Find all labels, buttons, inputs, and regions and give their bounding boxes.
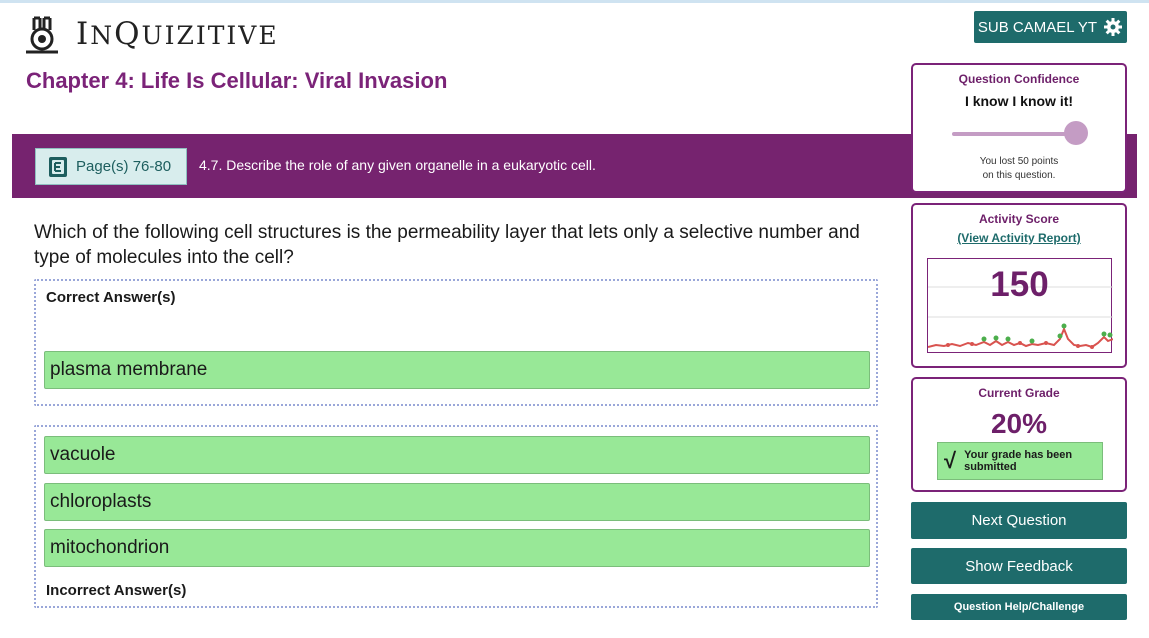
answer-chip-chloroplasts[interactable]: chloroplasts bbox=[44, 483, 870, 521]
activity-title: Activity Score bbox=[978, 212, 1060, 226]
answer-chip-vacuole[interactable]: vacuole bbox=[44, 436, 870, 474]
correct-answers-label: Correct Answer(s) bbox=[46, 289, 176, 306]
user-menu-label: SUB CAMAEL YT bbox=[977, 18, 1098, 36]
inquizitive-bunny-logo-icon bbox=[26, 16, 58, 54]
question-help-button[interactable]: Question Help/Challenge bbox=[911, 594, 1127, 620]
ebook-pages-button[interactable]: Page(s) 76-80 bbox=[35, 148, 187, 185]
answer-chip-plasma-membrane[interactable]: plasma membrane bbox=[44, 351, 870, 389]
chapter-title: Chapter 4: Life Is Cellular: Viral Invas… bbox=[26, 68, 448, 93]
confidence-value: I know I know it! bbox=[964, 93, 1074, 109]
logo-text: INQUIZITIVE bbox=[76, 16, 279, 52]
question-confidence-panel: Question Confidence I know I know it! Yo… bbox=[911, 63, 1127, 193]
learning-objective: 4.7. Describe the role of any given orga… bbox=[199, 157, 596, 173]
gear-icon bbox=[1104, 18, 1123, 36]
question-text: Which of the following cell structures i… bbox=[34, 222, 860, 268]
confidence-title: Question Confidence bbox=[958, 72, 1080, 86]
incorrect-answers-zone[interactable]: vacuole chloroplasts mitochondrion Incor… bbox=[34, 425, 878, 608]
grade-submitted-text: Your grade has been submitted bbox=[964, 449, 1073, 473]
user-menu-button[interactable]: SUB CAMAEL YT bbox=[974, 11, 1127, 43]
grade-submitted-notice: √ Your grade has been submitted bbox=[937, 442, 1103, 480]
confidence-note: You lost 50 points on this question. bbox=[913, 155, 1125, 183]
grade-title: Current Grade bbox=[978, 386, 1060, 400]
confidence-slider-track[interactable] bbox=[952, 132, 1078, 136]
activity-score-value: 150 bbox=[990, 265, 1049, 304]
confidence-note-line2: on this question. bbox=[982, 170, 1056, 181]
view-activity-report-link[interactable]: (View Activity Report) bbox=[913, 231, 1125, 245]
activity-score-panel: Activity Score (View Activity Report) 15… bbox=[911, 203, 1127, 368]
app-logo: INQUIZITIVE bbox=[22, 14, 279, 54]
ebook-pages-label: Page(s) 76-80 bbox=[76, 158, 172, 175]
top-border bbox=[0, 0, 1149, 3]
activity-score-graph: 150 bbox=[927, 258, 1113, 353]
current-grade-panel: Current Grade 20% √ Your grade has been … bbox=[911, 377, 1127, 492]
incorrect-answers-label: Incorrect Answer(s) bbox=[46, 582, 187, 599]
ebook-icon bbox=[49, 156, 67, 177]
show-feedback-button[interactable]: Show Feedback bbox=[911, 548, 1127, 584]
confidence-note-line1: You lost 50 points bbox=[979, 156, 1059, 167]
answer-chip-mitochondrion[interactable]: mitochondrion bbox=[44, 529, 870, 567]
checkmark-icon: √ bbox=[944, 448, 957, 473]
next-question-button[interactable]: Next Question bbox=[911, 502, 1127, 539]
correct-answers-zone[interactable]: Correct Answer(s) plasma membrane bbox=[34, 279, 878, 406]
grade-value: 20% bbox=[990, 408, 1048, 439]
confidence-slider-handle[interactable] bbox=[1064, 121, 1088, 145]
